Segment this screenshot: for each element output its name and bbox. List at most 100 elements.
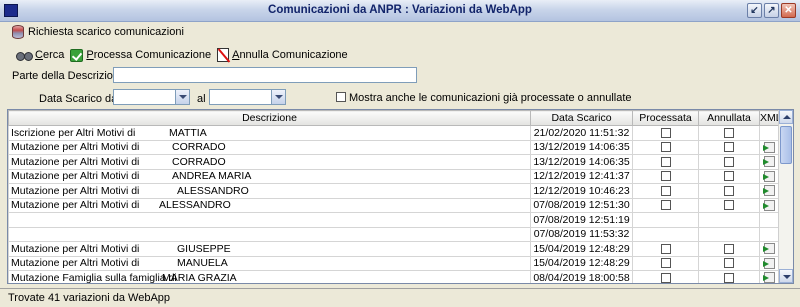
data-scarico-al-combo[interactable] [209,89,286,105]
annullata-checkbox[interactable] [724,258,734,269]
processata-checkbox[interactable] [660,200,671,211]
annullata-checkbox[interactable] [724,185,734,196]
descrizione-text: Mutazione per Altri Motivi di [11,170,140,183]
window-title: Comunicazioni da ANPR : Variazioni da We… [268,4,532,16]
xml-document-icon[interactable] [763,185,775,197]
table-row[interactable]: 07/08/2019 12:51:19 [8,212,780,228]
column-header-annullata[interactable]: Annullata [698,110,760,126]
table-row[interactable]: Mutazione per Altri Motivi di CORRADO 13/1… [8,139,780,155]
xml-document-icon[interactable] [763,257,775,269]
status-text: Trovate 41 variazioni da WebApp [8,292,171,304]
descrizione-input[interactable] [113,67,417,83]
cell-xml [759,212,780,228]
cell-processata [632,168,699,184]
table-row[interactable]: Mutazione per Altri Motivi di MANUELA 15/0… [8,255,780,271]
processata-checkbox[interactable] [660,272,671,283]
vertical-scrollbar[interactable] [778,110,793,283]
processata-checkbox[interactable] [660,185,671,196]
scroll-up-button[interactable] [779,110,793,124]
table-row[interactable]: Mutazione per Altri Motivi di CORRADO 13/1… [8,154,780,170]
descrizione-text: Mutazione per Altri Motivi di [11,141,140,154]
descrizione-text: Mutazione per Altri Motivi di [11,199,140,212]
menu-bar: Richiesta scarico comunicazioni [0,22,800,44]
menu-richiesta-scarico[interactable]: Richiesta scarico comunicazioni [12,25,184,39]
cell-annullata [698,139,760,155]
mostra-processate-checkbox[interactable] [336,92,346,102]
annullata-checkbox[interactable] [724,243,734,254]
cell-annullata [698,154,760,170]
annullata-checkbox[interactable] [724,127,734,138]
table-row[interactable]: Mutazione per Altri Motivi di ALESSANDRO 0… [8,197,780,213]
processata-checkbox[interactable] [660,156,671,167]
cell-descrizione: Mutazione per Altri Motivi di ALESSANDRO [8,197,531,213]
annullata-checkbox[interactable] [724,156,734,167]
cell-descrizione: Mutazione per Altri Motivi di CORRADO [8,154,531,170]
xml-document-icon[interactable] [763,199,775,211]
cell-processata [632,255,699,271]
scroll-thumb[interactable] [780,126,792,164]
annullata-checkbox[interactable] [724,272,734,283]
chevron-down-icon[interactable] [175,90,189,104]
annullata-checkbox[interactable] [724,142,734,153]
annullata-checkbox[interactable] [724,200,734,211]
database-icon [12,25,24,39]
cell-data-scarico: 08/04/2019 18:00:58 [530,270,633,283]
cell-processata [632,270,699,283]
cell-xml [759,154,780,170]
cerca-button[interactable]: Cerca [16,48,64,62]
xml-document-icon[interactable] [763,141,775,153]
cell-processata [632,241,699,257]
table-row[interactable]: 07/08/2019 11:53:32 [8,226,780,242]
cell-xml [759,197,780,213]
cell-annullata [698,270,760,283]
processata-checkbox[interactable] [660,127,671,138]
table-row[interactable]: Iscrizione per Altri Motivi di MATTIA 21/0… [8,125,780,141]
title-bar: Comunicazioni da ANPR : Variazioni da We… [0,0,800,22]
chevron-down-icon[interactable] [271,90,285,104]
cell-annullata [698,241,760,257]
cell-xml [759,139,780,155]
processata-checkbox[interactable] [660,258,671,269]
table-row[interactable]: Mutazione per Altri Motivi di ALESSANDRO 1… [8,183,780,199]
minimize-button[interactable]: ↙ [747,3,762,18]
xml-document-icon[interactable] [763,156,775,168]
scroll-down-button[interactable] [779,269,793,283]
processata-checkbox[interactable] [660,142,671,153]
cell-xml [759,183,780,199]
xml-document-icon[interactable] [763,272,775,283]
column-header-processata[interactable]: Processata [632,110,699,126]
xml-document-icon[interactable] [763,170,775,182]
column-header-descrizione[interactable]: Descrizione [8,110,531,126]
cell-annullata [698,197,760,213]
mostra-processate-label: Mostra anche le comunicazioni già proces… [349,92,632,104]
cell-descrizione: Mutazione per Altri Motivi di MANUELA [8,255,531,271]
descrizione-label: Parte della Descrizione [12,70,126,82]
annulla-comunicazione-button[interactable]: Annulla Comunicazione [217,48,348,62]
column-header-xml[interactable]: XML [759,110,782,126]
processa-comunicazione-button[interactable]: Processa Comunicazione [70,48,211,62]
nominativo-text: CORRADO [172,155,226,168]
descrizione-text: Mutazione per Altri Motivi di [11,184,140,197]
table-row[interactable]: Mutazione per Altri Motivi di ANDREA MARI… [8,168,780,184]
table-body: Iscrizione per Altri Motivi di MATTIA 21/0… [8,125,780,283]
processata-checkbox[interactable] [660,171,671,182]
nominativo-text: MANUELA [177,257,228,270]
maximize-button[interactable]: ↗ [764,3,779,18]
cell-descrizione: Mutazione per Altri Motivi di ALESSANDRO [8,183,531,199]
cell-descrizione: Mutazione per Altri Motivi di ANDREA MARI… [8,168,531,184]
table-row[interactable]: Mutazione Famiglia sulla famiglia di MARI… [8,270,780,283]
cancel-document-icon [217,48,230,62]
xml-document-icon[interactable] [763,243,775,255]
column-header-data-scarico[interactable]: Data Scarico [530,110,633,126]
data-scarico-dal-combo[interactable] [113,89,190,105]
close-button[interactable]: ✕ [781,3,796,18]
checkmark-icon [70,48,84,62]
cell-processata [632,212,699,228]
processata-checkbox[interactable] [660,243,671,254]
nominativo-text: ALESSANDRO [177,184,249,197]
table-row[interactable]: Mutazione per Altri Motivi di GIUSEPPE 15/… [8,241,780,257]
data-scarico-al-label: al [197,93,206,105]
annullata-checkbox[interactable] [724,171,734,182]
cell-data-scarico: 07/08/2019 12:51:19 [530,212,633,228]
cell-processata [632,226,699,242]
